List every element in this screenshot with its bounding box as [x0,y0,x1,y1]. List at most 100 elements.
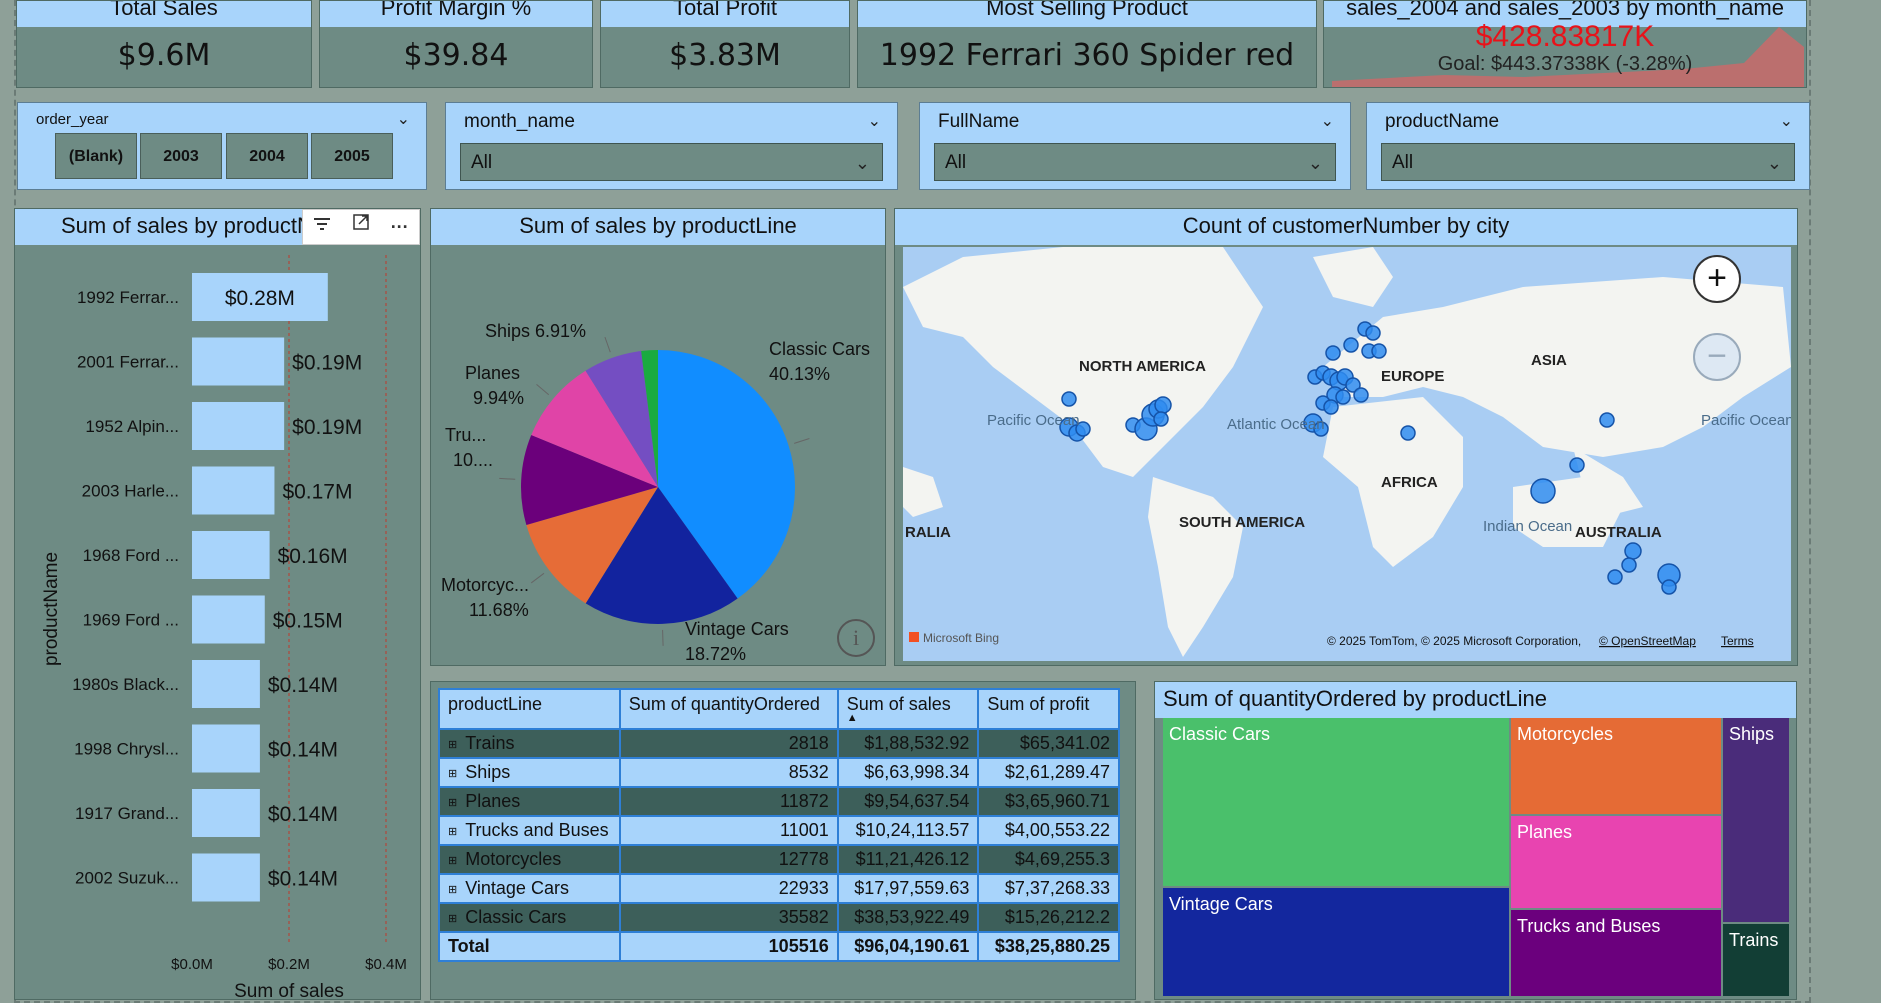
chevron-down-icon[interactable]: ⌄ [868,111,881,131]
product-line-table[interactable]: productLine Sum of quantityOrdered Sum o… [438,688,1120,962]
bar-chart-panel[interactable]: Sum of sales by productName ··· 1992 Fer… [14,208,421,1000]
cell-productline: Trains [465,733,515,753]
world-map[interactable]: NORTH AMERICA EUROPE ASIA AFRICA SOUTH A… [903,247,1791,661]
city-bubble[interactable] [1335,389,1351,405]
city-bubble[interactable] [1530,478,1556,504]
chevron-down-icon[interactable]: ⌄ [1321,111,1334,131]
column-header-sorted[interactable]: Sum of sales ▲ [836,688,980,730]
kpi-title: Total Sales [17,1,311,27]
label-atlantic-ocean: Atlantic Ocean [1227,416,1325,433]
productname-dropdown[interactable]: All ⌄ [1381,143,1795,181]
city-bubble[interactable] [1607,569,1623,585]
info-icon[interactable]: i [837,619,875,657]
focus-mode-icon[interactable] [342,210,381,244]
table-row[interactable]: ⊞ Motorcycles 12778 $11,21,426.12 $4,69,2… [438,844,1120,875]
city-bubble[interactable] [1153,411,1169,427]
expand-icon[interactable]: ⊞ [448,826,457,838]
gauge-card-sales-comparison[interactable]: sales_2004 and sales_2003 by month_name … [1323,0,1807,88]
pie-slice-value: 11.68% [469,600,529,620]
treemap-tile-trucks-and-buses[interactable]: Trucks and Buses [1511,910,1721,996]
table-row[interactable]: ⊞ Vintage Cars 22933 $17,97,559.63 $7,37,… [438,873,1120,904]
expand-icon[interactable]: ⊞ [448,913,457,925]
month-name-dropdown[interactable]: All ⌄ [460,143,883,181]
pie-chart-panel[interactable]: Sum of sales by productLine Classic Cars… [430,208,886,666]
city-bubble[interactable] [1599,412,1615,428]
filter-icon[interactable] [303,210,342,244]
more-options-icon[interactable]: ··· [380,210,419,244]
treemap-tile-classic-cars[interactable]: Classic Cars [1163,718,1509,886]
expand-icon[interactable]: ⊞ [448,739,457,751]
treemap-panel[interactable]: Sum of quantityOrdered by productLine Cl… [1154,681,1797,1000]
cell-productline: Motorcycles [465,849,562,869]
column-header[interactable]: Sum of profit [977,688,1120,730]
slicer-label: FullName [938,111,1020,132]
city-bubble[interactable] [1343,337,1359,353]
year-button-2003[interactable]: 2003 [140,133,222,179]
cell-profit: $7,37,268.33 [977,873,1120,904]
city-bubble[interactable] [1661,579,1677,595]
bar-category-label: 1952 Alpin... [85,417,179,436]
city-bubble[interactable] [1323,399,1339,415]
cell-profit: $3,65,960.71 [977,786,1120,817]
kpi-card-total-sales[interactable]: Total Sales $9.6M [16,0,312,88]
chevron-down-icon[interactable]: ⌄ [397,109,410,129]
city-bubble[interactable] [1400,425,1416,441]
chart-title: Sum of quantityOrdered by productLine [1155,682,1796,718]
bar [192,595,265,644]
treemap-tile-vintage-cars[interactable]: Vintage Cars [1163,888,1509,996]
city-bubble[interactable] [1621,557,1637,573]
terms-link[interactable]: Terms [1721,634,1754,648]
city-bubble[interactable] [1569,457,1585,473]
city-bubble[interactable] [1371,343,1387,359]
table-row[interactable]: ⊞ Planes 11872 $9,54,637.54 $3,65,960.71 [438,786,1120,817]
openstreetmap-link[interactable]: © OpenStreetMap [1599,634,1696,648]
column-header[interactable]: Sum of quantityOrdered [618,688,839,730]
kpi-card-most-selling-product[interactable]: Most Selling Product 1992 Ferrari 360 Sp… [857,0,1317,88]
kpi-title: Total Profit [601,1,849,27]
pie-slice-label: Classic Cars [769,339,870,359]
treemap-tile-ships[interactable]: Ships [1723,718,1789,922]
cell-productline: Vintage Cars [465,878,569,898]
expand-icon[interactable]: ⊞ [448,768,457,780]
cell-quantity: 35582 [618,902,839,933]
treemap-tile-planes[interactable]: Planes [1511,816,1721,908]
zoom-out-icon[interactable]: − [1693,333,1741,381]
kpi-card-profit-margin[interactable]: Profit Margin % $39.84 [319,0,593,88]
bar-category-label: 1968 Ford ... [83,546,179,565]
city-bubble[interactable] [1365,325,1381,341]
map-panel[interactable]: Count of customerNumber by city NORTH AM… [894,208,1798,666]
table-row[interactable]: ⊞ Trains 2818 $1,88,532.92 $65,341.02 [438,728,1120,759]
bar-value-label: $0.14M [268,674,338,697]
city-bubble[interactable] [1061,391,1077,407]
kpi-value: $428.83817K [1475,20,1655,53]
expand-icon[interactable]: ⊞ [448,797,457,809]
expand-icon[interactable]: ⊞ [448,884,457,896]
table-row[interactable]: ⊞ Ships 8532 $6,63,998.34 $2,61,289.47 [438,757,1120,788]
city-bubble[interactable] [1325,345,1341,361]
table-row[interactable]: ⊞ Classic Cars 35582 $38,53,922.49 $15,26… [438,902,1120,933]
city-bubble[interactable] [1624,542,1642,560]
year-button-2004[interactable]: 2004 [226,133,308,179]
column-header[interactable]: productLine [438,688,621,730]
expand-icon[interactable]: ⊞ [448,855,457,867]
zoom-in-icon[interactable]: + [1693,255,1741,303]
cell-sales: $11,21,426.12 [836,844,980,875]
bar-category-label: 1980s Black... [72,675,179,694]
kpi-card-total-profit[interactable]: Total Profit $3.83M [600,0,850,88]
treemap-tile-motorcycles[interactable]: Motorcycles [1511,718,1721,814]
chevron-down-icon[interactable]: ⌄ [1780,111,1793,131]
cell-profit: $4,69,255.3 [977,844,1120,875]
year-button-blank[interactable]: (Blank) [55,133,137,179]
city-bubble[interactable] [1154,396,1172,414]
cell-sales: $9,54,637.54 [836,786,980,817]
fullname-dropdown[interactable]: All ⌄ [934,143,1336,181]
map-brand: Microsoft Bing [923,631,999,645]
bar-value-label: $0.19M [292,416,362,439]
pie-slice-label: Planes [465,363,520,383]
bar-category-label: 1969 Ford ... [83,611,179,630]
city-bubble[interactable] [1353,387,1369,403]
treemap-tile-trains[interactable]: Trains [1723,924,1789,996]
year-button-2005[interactable]: 2005 [311,133,393,179]
x-tick-label: $0.2M [268,956,310,973]
table-row[interactable]: ⊞ Trucks and Buses 11001 $10,24,113.57 $4… [438,815,1120,846]
